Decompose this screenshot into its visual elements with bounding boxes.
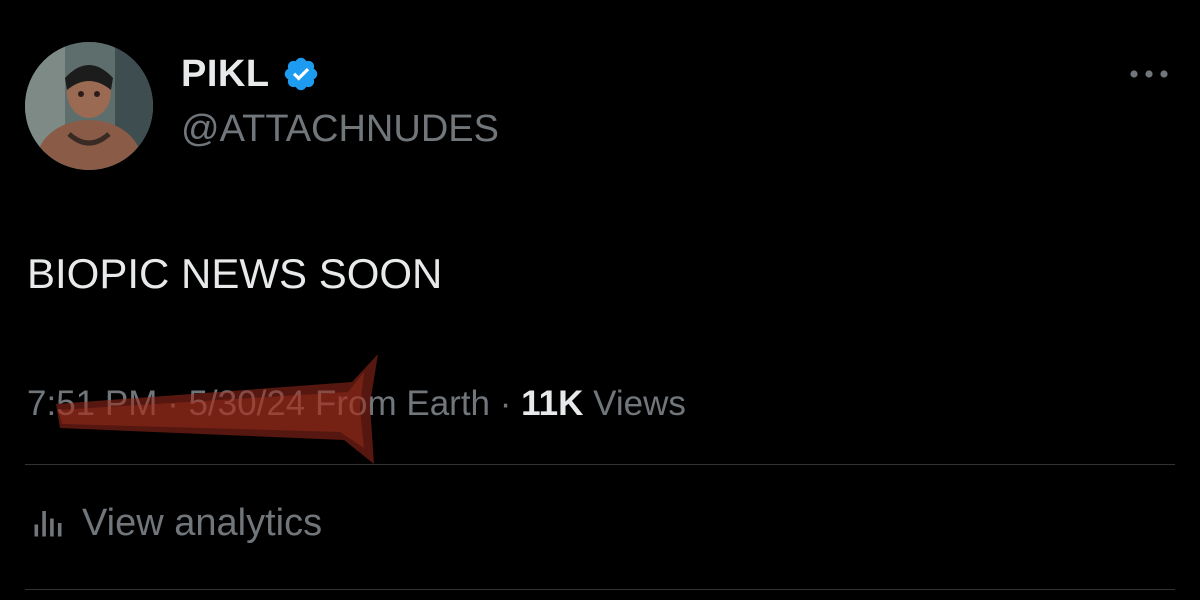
more-button[interactable] (1125, 56, 1173, 92)
verified-badge-icon[interactable] (282, 55, 320, 93)
view-analytics-button[interactable]: View analytics (30, 498, 322, 548)
author-name-row: PIKL (181, 52, 320, 96)
more-horizontal-icon (1130, 70, 1168, 78)
timestamp-time[interactable]: 51 PM (56, 384, 157, 423)
views-label: Views (583, 384, 686, 423)
views-count: 11K (521, 384, 584, 423)
timestamp-date[interactable]: 5/30/24 (188, 384, 305, 423)
tweet-text: BIOPIC NEWS SOON (27, 250, 443, 297)
meta-separator: · (157, 384, 189, 423)
tweet-meta: 7:51 PM · 5/30/24 From Earth · 11K Views (27, 380, 686, 428)
view-analytics-label: View analytics (82, 502, 323, 544)
display-name[interactable]: PIKL (181, 52, 270, 96)
avatar[interactable] (25, 42, 153, 170)
bar-chart-icon (34, 511, 62, 537)
timestamp-hour[interactable]: 7: (27, 384, 56, 423)
tweet-source: From Earth (305, 384, 491, 423)
meta-separator: · (490, 384, 522, 423)
author-handle[interactable]: @ATTACHNUDES (181, 106, 499, 152)
avatar-image (25, 42, 153, 170)
divider (25, 464, 1175, 465)
divider (25, 589, 1175, 590)
tweet-detail: PIKL @ATTACHNUDES BIOPIC NEWS SOON 7:51 … (0, 0, 1200, 600)
